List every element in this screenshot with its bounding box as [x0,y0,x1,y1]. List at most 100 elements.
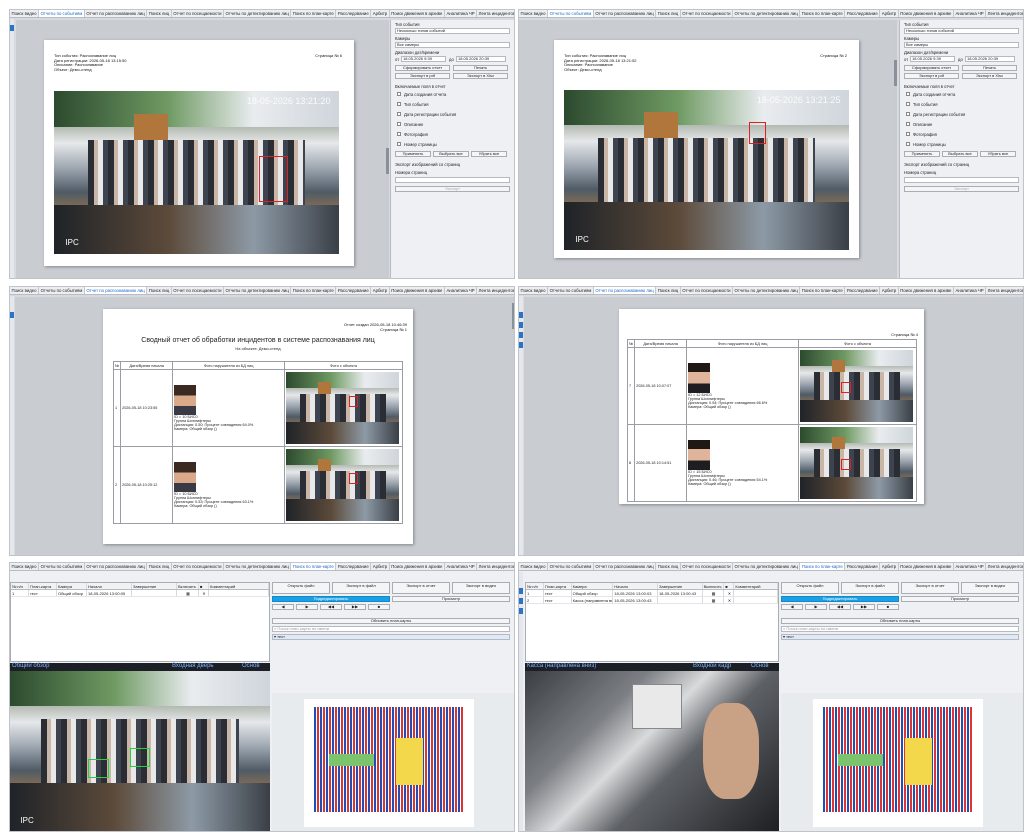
tab-analytics[interactable]: Аналитика ЧР [445,563,478,570]
tab-attendance[interactable]: Отчет по посещаемости [681,563,734,570]
tab-motion-search[interactable]: Поиск движения в архиве [899,287,954,294]
field-checkbox[interactable] [906,112,910,116]
table-row[interactable]: 1 тест Общий обзор 18-05-2026 13:00:03 18-05… [526,590,778,597]
tab-events-reports[interactable]: Отчеты по событиям [548,287,594,294]
tab-video-search[interactable]: Поиск видео [519,287,549,294]
field-checkbox[interactable] [906,102,910,106]
map-search-input[interactable]: ⌕ Поиск план-карты по имени [781,626,1019,632]
scrollbar[interactable] [386,20,389,278]
tab-analytics[interactable]: Аналитика ЧР [954,563,987,570]
date-to-input[interactable]: 18.05.2026 20:39 [456,56,506,62]
tab-video-search[interactable]: Поиск видео [10,10,40,17]
field-checkbox[interactable] [397,122,401,126]
tab-face-detection[interactable]: Отчеты по детектированию лиц [733,287,801,294]
field-checkbox[interactable] [906,132,910,136]
tab-events-reports[interactable]: Отчеты по событиям [39,10,85,17]
tab-motion-search[interactable]: Поиск движения в архиве [390,10,445,17]
open-file-button[interactable]: Открыть файл [781,582,839,594]
playback-control[interactable]: ◀ [781,604,803,610]
tab-face-recognition-report[interactable]: Отчет по распознаванию лиц [85,563,148,570]
tab-face-search[interactable]: Поиск лиц [656,563,681,570]
view-button[interactable]: Просмотр [901,596,1019,602]
tab-face-recognition-report[interactable]: Отчет по распознаванию лиц [84,287,148,294]
event-type-select[interactable]: Несколько типов событий [904,28,1019,34]
tab-attendance[interactable]: Отчет по посещаемости [681,10,734,17]
tab-face-detection[interactable]: Отчеты по детектированию лиц [733,10,801,17]
tab-arbiter[interactable]: Арбитр [371,10,390,17]
tab-incident-feed[interactable]: Лента инцидентов [986,10,1023,17]
tab-plan-search[interactable]: Поиск по план-карте [800,563,846,570]
tab-face-search[interactable]: Поиск лиц [147,287,172,294]
field-checkbox[interactable] [397,102,401,106]
tab-events-reports[interactable]: Отчеты по событиям [548,10,594,17]
tab-incident-feed[interactable]: Лента инцидентов [986,287,1023,294]
tab-incident-feed[interactable]: Лента инцидентов [477,287,514,294]
playback-control[interactable]: ◀◀ [320,604,342,610]
tab-arbiter[interactable]: Арбитр [371,563,390,570]
tab-video-search[interactable]: Поиск видео [10,563,40,570]
tab-investigation[interactable]: Расследование [845,287,881,294]
tab-plan-search[interactable]: Поиск по план-карте [800,287,846,294]
tab-events-reports[interactable]: Отчеты по событиям [39,287,85,294]
tab-attendance[interactable]: Отчет по посещаемости [172,563,225,570]
tab-incident-feed[interactable]: Лента инцидентов [477,563,514,570]
playback-control[interactable]: ▶▶ [853,604,875,610]
view-button[interactable]: Просмотр [392,596,510,602]
tab-face-detection[interactable]: Отчеты по детектированию лиц [224,10,292,17]
floor-plan-map[interactable] [304,699,474,827]
video-frame[interactable] [525,671,779,831]
form-report-button[interactable]: Сформировать отчет [395,65,450,71]
tab-face-recognition-report[interactable]: Отчет по распознаванию лиц [594,563,657,570]
select-all-button[interactable]: Выбрать все [433,151,469,157]
tab-incident-feed[interactable]: Лента инцидентов [477,10,514,17]
video-frame[interactable]: IPC [10,671,270,831]
page-numbers-input[interactable] [904,177,1019,183]
tab-attendance[interactable]: Отчет по посещаемости [681,287,734,294]
enable-icon[interactable]: ▦ [703,597,725,603]
print-button[interactable]: Печать [962,65,1017,71]
tab-arbiter[interactable]: Арбитр [880,10,899,17]
playback-control[interactable]: ▶ [805,604,827,610]
tab-arbiter[interactable]: Арбитр [880,287,899,294]
playback-control[interactable]: ◀ [272,604,294,610]
map-search-input[interactable]: ⌕ Поиск план-карты по имени [272,626,510,632]
delete-icon[interactable]: ✕ [724,590,735,596]
tab-face-search[interactable]: Поиск лиц [656,287,681,294]
form-report-button[interactable]: Сформировать отчет [904,65,959,71]
date-from-input[interactable]: 18.05.2026 9:39 [910,56,955,62]
export-xlsx-button[interactable]: Экспорт в Xlsx [453,73,508,79]
tab-investigation[interactable]: Расследование [845,563,881,570]
tab-video-search[interactable]: Поиск видео [519,10,549,17]
delete-icon[interactable]: ✕ [199,590,209,596]
tab-events-reports[interactable]: Отчеты по событиям [548,563,594,570]
cameras-select[interactable]: Все камеры [395,42,510,48]
tab-face-search[interactable]: Поиск лиц [147,563,172,570]
update-maps-button[interactable]: Обновить план-карты [781,618,1019,624]
scrollbar[interactable] [512,297,514,555]
tab-plan-search[interactable]: Поиск по план-карте [291,10,337,17]
export-images-button[interactable]: Экспорт [904,186,1019,192]
export-report-button[interactable]: Экспорт в отчет [392,582,450,594]
tab-face-recognition-report[interactable]: Отчет по распознаванию лиц [85,10,148,17]
tab-face-recognition-report[interactable]: Отчет по распознаванию лиц [594,10,657,17]
tab-analytics[interactable]: Аналитика ЧР [954,287,987,294]
field-checkbox[interactable] [397,132,401,136]
edit-button[interactable]: Подредактировать [781,596,899,602]
floor-plan-map[interactable] [813,699,983,827]
table-row[interactable]: 2тестКасса (направлена вниз)18-05-2026 1… [526,597,778,604]
print-button[interactable]: Печать [453,65,508,71]
field-checkbox[interactable] [906,142,910,146]
field-checkbox[interactable] [397,142,401,146]
tab-motion-search[interactable]: Поиск движения в архиве [899,563,954,570]
tab-plan-search[interactable]: Поиск по план-карте [291,287,337,294]
open-file-button[interactable]: Открыть файл [272,582,330,594]
remove-all-button[interactable]: Убрать все [471,151,507,157]
tab-motion-search[interactable]: Поиск движения в архиве [390,287,445,294]
camera-label[interactable]: Входной кадр [693,663,731,669]
enable-icon[interactable]: ▦ [177,590,199,596]
tab-investigation[interactable]: Расследование [336,10,372,17]
tab-video-search[interactable]: Поиск видео [519,563,549,570]
tab-analytics[interactable]: Аналитика ЧР [445,10,478,17]
tab-video-search[interactable]: Поиск видео [10,287,40,294]
playback-control[interactable]: ■ [368,604,390,610]
